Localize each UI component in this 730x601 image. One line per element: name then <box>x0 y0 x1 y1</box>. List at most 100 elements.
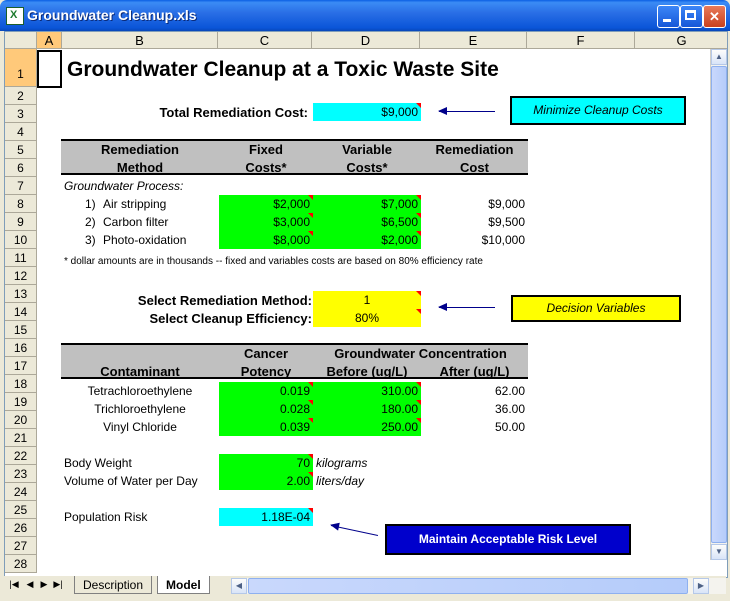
body-weight-label: Body Weight <box>64 456 132 470</box>
select-all-corner[interactable] <box>5 32 37 49</box>
scroll-right-button[interactable]: ▶ <box>693 578 709 594</box>
water-volume-cell[interactable]: 2.00 <box>219 472 313 490</box>
body-weight-unit: kilograms <box>316 456 368 470</box>
active-cell-a1[interactable] <box>37 50 62 88</box>
row-header[interactable]: 9 <box>5 213 37 231</box>
row-header[interactable]: 6 <box>5 159 37 177</box>
column-header[interactable]: G <box>635 32 727 49</box>
fixed-cost-cell[interactable]: $2,000 <box>219 195 313 213</box>
maximize-button[interactable] <box>680 5 703 28</box>
tab-description[interactable]: Description <box>74 576 153 594</box>
potency-cell[interactable]: 0.019 <box>219 382 313 400</box>
water-volume-unit: liters/day <box>316 474 365 488</box>
fixed-cost-cell[interactable]: $8,000 <box>219 231 313 249</box>
title-bar[interactable]: Groundwater Cleanup.xls ✕ <box>0 0 730 31</box>
worksheet-grid[interactable]: ABCDEFG 1 2 3 4 5 6 7 8 9 10 11 12 13 14 15 16 17 18 19 20 2… <box>4 31 728 578</box>
row-header[interactable]: 10 <box>5 231 37 249</box>
row-header[interactable]: 2 <box>5 87 37 105</box>
callout-acceptable-risk[interactable]: Maintain Acceptable Risk Level <box>385 524 631 555</box>
next-sheet-icon[interactable]: ▶ <box>38 579 50 590</box>
row-header[interactable]: 27 <box>5 537 37 555</box>
population-risk-label: Population Risk <box>64 510 148 524</box>
remediation-cost-cell[interactable]: $9,000 <box>421 197 528 211</box>
row-header[interactable]: 23 <box>5 465 37 483</box>
body-weight-cell[interactable]: 70 <box>219 454 313 472</box>
select-method-cell[interactable]: 1 <box>313 291 421 309</box>
prev-sheet-icon[interactable]: ◀ <box>24 579 36 590</box>
header-before: Before (ug/L) <box>326 364 408 379</box>
row-header[interactable]: 11 <box>5 249 37 267</box>
after-cell[interactable]: 50.00 <box>421 420 528 434</box>
maximize-icon <box>685 10 696 20</box>
method-name: Air stripping <box>103 197 167 211</box>
row-header[interactable]: 16 <box>5 339 37 357</box>
row-header[interactable]: 4 <box>5 123 37 141</box>
callout-minimize-costs[interactable]: Minimize Cleanup Costs <box>510 96 686 125</box>
before-cell[interactable]: 180.00 <box>313 400 421 418</box>
variable-cost-cell[interactable]: $7,000 <box>313 195 421 213</box>
select-efficiency-cell[interactable]: 80% <box>313 309 421 327</box>
row-header[interactable]: 26 <box>5 519 37 537</box>
remediation-cost-cell[interactable]: $10,000 <box>421 233 528 247</box>
row-header[interactable]: 20 <box>5 411 37 429</box>
population-risk-cell[interactable]: 1.18E-04 <box>219 508 313 526</box>
before-cell[interactable]: 310.00 <box>313 382 421 400</box>
horizontal-scroll-thumb[interactable] <box>248 578 688 594</box>
row-header[interactable]: 12 <box>5 267 37 285</box>
column-header[interactable]: C <box>218 32 312 49</box>
close-button[interactable]: ✕ <box>703 5 726 28</box>
row-header[interactable]: 25 <box>5 501 37 519</box>
scroll-left-button[interactable]: ◀ <box>231 578 247 594</box>
row-header[interactable]: 13 <box>5 285 37 303</box>
last-sheet-icon[interactable]: ▶| <box>52 579 64 590</box>
column-header[interactable]: E <box>420 32 527 49</box>
tab-model[interactable]: Model <box>157 576 210 594</box>
close-icon: ✕ <box>709 9 720 24</box>
row-header[interactable]: 14 <box>5 303 37 321</box>
header-remediation: Remediation <box>100 142 179 157</box>
potency-cell[interactable]: 0.028 <box>219 400 313 418</box>
remediation-cost-cell[interactable]: $9,500 <box>421 215 528 229</box>
first-sheet-icon[interactable]: |◀ <box>8 579 20 590</box>
variable-cost-cell[interactable]: $2,000 <box>313 231 421 249</box>
after-cell[interactable]: 62.00 <box>421 384 528 398</box>
contaminant-name: Trichloroethylene <box>94 402 186 416</box>
row-header[interactable]: 3 <box>5 105 37 123</box>
row-header[interactable]: 18 <box>5 375 37 393</box>
total-cost-cell[interactable]: $9,000 <box>313 103 421 121</box>
row-header[interactable]: 15 <box>5 321 37 339</box>
header-method: Method <box>116 160 164 175</box>
column-header[interactable]: F <box>527 32 635 49</box>
row-header[interactable]: 7 <box>5 177 37 195</box>
scroll-down-button[interactable]: ▼ <box>711 544 727 560</box>
row-header[interactable]: 17 <box>5 357 37 375</box>
column-header[interactable]: A <box>37 32 62 49</box>
row-header[interactable]: 19 <box>5 393 37 411</box>
row-header[interactable]: 24 <box>5 483 37 501</box>
row-header[interactable]: 22 <box>5 447 37 465</box>
column-header[interactable]: D <box>312 32 420 49</box>
callout-decision-variables[interactable]: Decision Variables <box>511 295 681 322</box>
row-header[interactable]: 5 <box>5 141 37 159</box>
method-num: 3) <box>85 233 96 247</box>
row-header[interactable]: 1 <box>5 49 37 87</box>
method-name: Photo-oxidation <box>103 233 187 247</box>
vertical-scroll-thumb[interactable] <box>711 66 727 543</box>
vertical-scrollbar[interactable]: ▲ ▼ <box>710 49 727 560</box>
fixed-cost-cell[interactable]: $3,000 <box>219 213 313 231</box>
row-header[interactable]: 8 <box>5 195 37 213</box>
column-header[interactable]: B <box>62 32 218 49</box>
after-cell[interactable]: 36.00 <box>421 402 528 416</box>
horizontal-scrollbar[interactable]: ◀ ▶ <box>231 578 726 594</box>
scroll-up-button[interactable]: ▲ <box>711 49 727 65</box>
variable-cost-cell[interactable]: $6,500 <box>313 213 421 231</box>
water-volume-label: Volume of Water per Day <box>64 474 198 488</box>
before-cell[interactable]: 250.00 <box>313 418 421 436</box>
minimize-button[interactable] <box>657 5 680 28</box>
row-header[interactable]: 21 <box>5 429 37 447</box>
header-after: After (ug/L) <box>439 364 510 379</box>
row-header[interactable]: 28 <box>5 555 37 573</box>
header-variable-costs: Costs* <box>346 160 388 175</box>
excel-window: Groundwater Cleanup.xls ✕ ABCDEFG 123456… <box>0 0 730 601</box>
potency-cell[interactable]: 0.039 <box>219 418 313 436</box>
